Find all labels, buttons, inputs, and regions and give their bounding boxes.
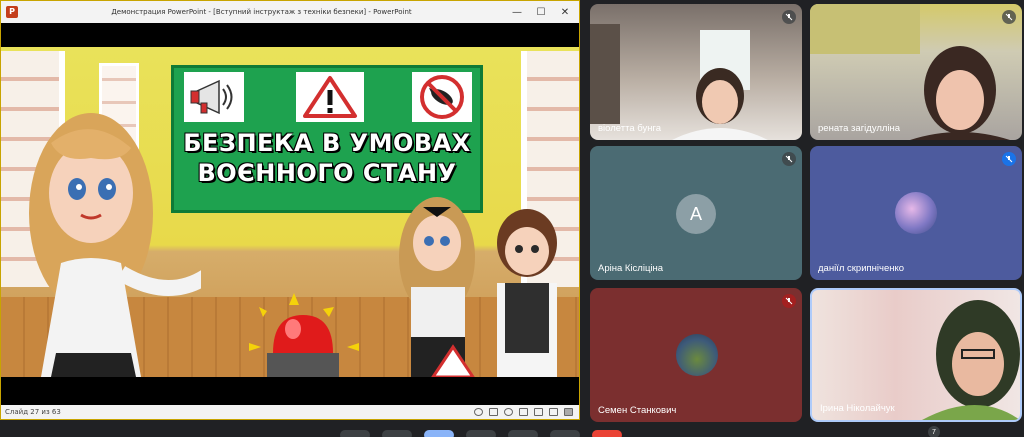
participant-count-badge: 7 <box>928 426 940 437</box>
slide-heading-line-1: БЕЗПЕКА В УМОВАХ <box>183 129 471 157</box>
slide-sorter-icon[interactable] <box>534 408 543 416</box>
kids-illustration <box>399 197 557 377</box>
powerpoint-icon: P <box>6 6 18 18</box>
video-feed <box>922 300 1020 420</box>
participant-tile[interactable]: даніїл скрипніченко <box>810 146 1022 280</box>
avatar <box>895 192 937 234</box>
next-slide-icon[interactable] <box>504 408 513 416</box>
participant-tile[interactable]: Семен Станкович <box>590 288 802 422</box>
slide-heading: БЕЗПЕКА В УМОВАХ ВОЄННОГО СТАНУ <box>174 128 480 188</box>
siren-illustration <box>249 293 359 377</box>
participant-name: рената загідулліна <box>818 123 901 134</box>
avatar <box>676 334 718 376</box>
slide-canvas[interactable]: БЕЗПЕКА В УМОВАХ ВОЄННОГО СТАНУ <box>1 47 579 377</box>
close-button[interactable]: ✕ <box>553 1 577 23</box>
mic-off-icon <box>782 10 796 24</box>
control-button[interactable] <box>382 430 412 437</box>
ppt-titlebar: P Демонстрация PowerPoint - [Вступний ін… <box>1 1 579 23</box>
participant-name: Аріна Кісліціна <box>598 263 664 274</box>
meeting-controls <box>340 430 622 437</box>
participant-tile[interactable]: A Аріна Кісліціна <box>590 146 802 280</box>
participant-tile[interactable]: рената загідулліна <box>810 4 1022 140</box>
participant-tile-active[interactable]: Ірина Ніколайчук <box>810 288 1022 422</box>
warning-icon <box>296 72 364 122</box>
slide-heading-line-2: ВОЄННОГО СТАНУ <box>197 159 457 187</box>
slide-counter: Слайд 27 из 63 <box>5 408 61 416</box>
notes-icon[interactable] <box>489 408 498 416</box>
leave-call-button[interactable] <box>592 430 622 437</box>
participant-name: Ірина Ніколайчук <box>820 403 895 414</box>
window-title: Демонстрация PowerPoint - [Вступний інст… <box>111 8 412 16</box>
control-button[interactable] <box>466 430 496 437</box>
participant-tile[interactable]: віолетта бунга <box>590 4 802 140</box>
normal-view-icon[interactable] <box>519 408 528 416</box>
avatar: A <box>676 194 716 234</box>
teacher-illustration <box>29 113 201 377</box>
participant-name: віолетта бунга <box>598 123 662 134</box>
control-button[interactable] <box>550 430 580 437</box>
maximize-button[interactable]: ☐ <box>529 1 553 23</box>
previous-slide-icon[interactable] <box>474 408 483 416</box>
mic-off-icon <box>782 152 796 166</box>
participant-name: Семен Станкович <box>598 405 677 416</box>
mic-off-icon <box>782 294 796 308</box>
participant-name: даніїл скрипніченко <box>818 263 905 274</box>
present-button[interactable] <box>424 430 454 437</box>
ppt-statusbar: Слайд 27 из 63 <box>1 405 579 419</box>
minimize-button[interactable]: — <box>505 1 529 23</box>
video-feed <box>590 24 768 140</box>
powerpoint-window: P Демонстрация PowerPoint - [Вступний ін… <box>0 0 580 420</box>
slideshow-view-icon[interactable] <box>564 408 573 416</box>
mic-off-icon <box>1002 10 1016 24</box>
control-button[interactable] <box>340 430 370 437</box>
mic-off-icon <box>1002 152 1016 166</box>
video-feed <box>810 4 1010 140</box>
reading-view-icon[interactable] <box>549 408 558 416</box>
no-bomb-icon <box>412 72 472 122</box>
control-button[interactable] <box>508 430 538 437</box>
view-controls <box>474 408 573 416</box>
